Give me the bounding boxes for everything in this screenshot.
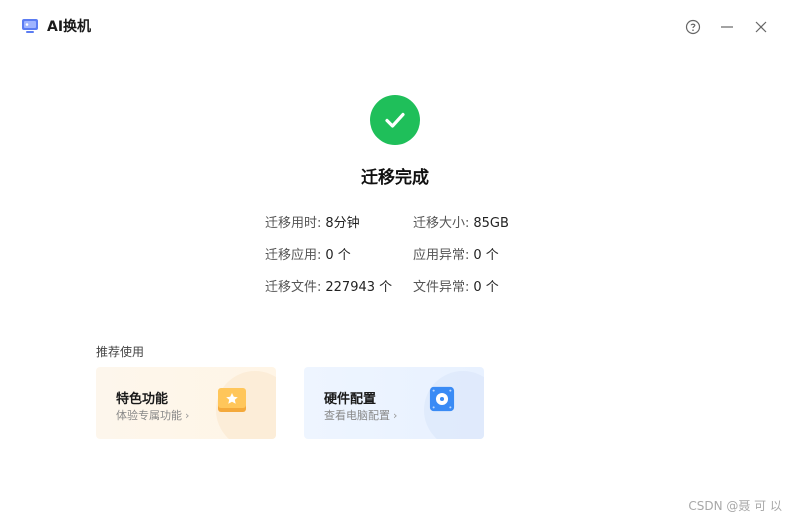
stat-size: 迁移大小: 85GB xyxy=(413,212,509,231)
star-folder-icon xyxy=(218,388,246,412)
success-check-icon xyxy=(370,95,420,145)
card-link[interactable]: 查看电脑配置 › xyxy=(324,407,397,423)
hardware-card[interactable]: 硬件配置 查看电脑配置 › xyxy=(304,367,484,439)
minimize-button[interactable] xyxy=(718,18,736,36)
stat-value: 85GB xyxy=(473,216,509,231)
stat-label: 文件异常: xyxy=(413,280,470,295)
window-title: AI换机 xyxy=(47,19,92,35)
close-icon xyxy=(755,21,767,33)
close-button[interactable] xyxy=(752,18,770,36)
stat-label: 迁移大小: xyxy=(413,216,470,231)
stat-label: 迁移用时: xyxy=(265,216,322,231)
stat-label: 应用异常: xyxy=(413,248,470,263)
recommend-title: 推荐使用 xyxy=(96,345,145,359)
stat-file-errors: 文件异常: 0 个 xyxy=(413,276,499,295)
stat-apps: 迁移应用: 0 个 xyxy=(265,244,351,263)
help-icon xyxy=(685,19,701,35)
watermark: CSDN @聂 可 以 xyxy=(688,499,782,513)
chevron-right-icon: › xyxy=(185,409,190,422)
stat-duration: 迁移用时: 8分钟 xyxy=(265,212,360,231)
title-bar: AI换机 xyxy=(0,0,790,56)
stat-value: 0 个 xyxy=(473,248,499,263)
chevron-right-icon: › xyxy=(393,409,398,422)
minimize-icon xyxy=(721,26,733,28)
card-title: 硬件配置 xyxy=(324,392,377,407)
stat-value: 227943 个 xyxy=(325,280,393,295)
stat-app-errors: 应用异常: 0 个 xyxy=(413,244,499,263)
stat-value: 8分钟 xyxy=(325,216,360,231)
stat-label: 迁移应用: xyxy=(265,248,322,263)
app-monitor-icon xyxy=(22,19,38,33)
help-button[interactable] xyxy=(684,18,702,36)
card-link[interactable]: 体验专属功能 › xyxy=(116,407,189,423)
card-subtitle: 查看电脑配置 xyxy=(324,409,390,422)
result-title: 迁移完成 xyxy=(361,168,429,188)
feature-card[interactable]: 特色功能 体验专属功能 › xyxy=(96,367,276,439)
card-title: 特色功能 xyxy=(116,392,169,407)
stat-label: 迁移文件: xyxy=(265,280,322,295)
stat-files: 迁移文件: 227943 个 xyxy=(265,276,392,295)
stat-value: 0 个 xyxy=(325,248,351,263)
stat-value: 0 个 xyxy=(473,280,499,295)
hardware-disk-icon xyxy=(429,386,455,412)
card-subtitle: 体验专属功能 xyxy=(116,409,182,422)
